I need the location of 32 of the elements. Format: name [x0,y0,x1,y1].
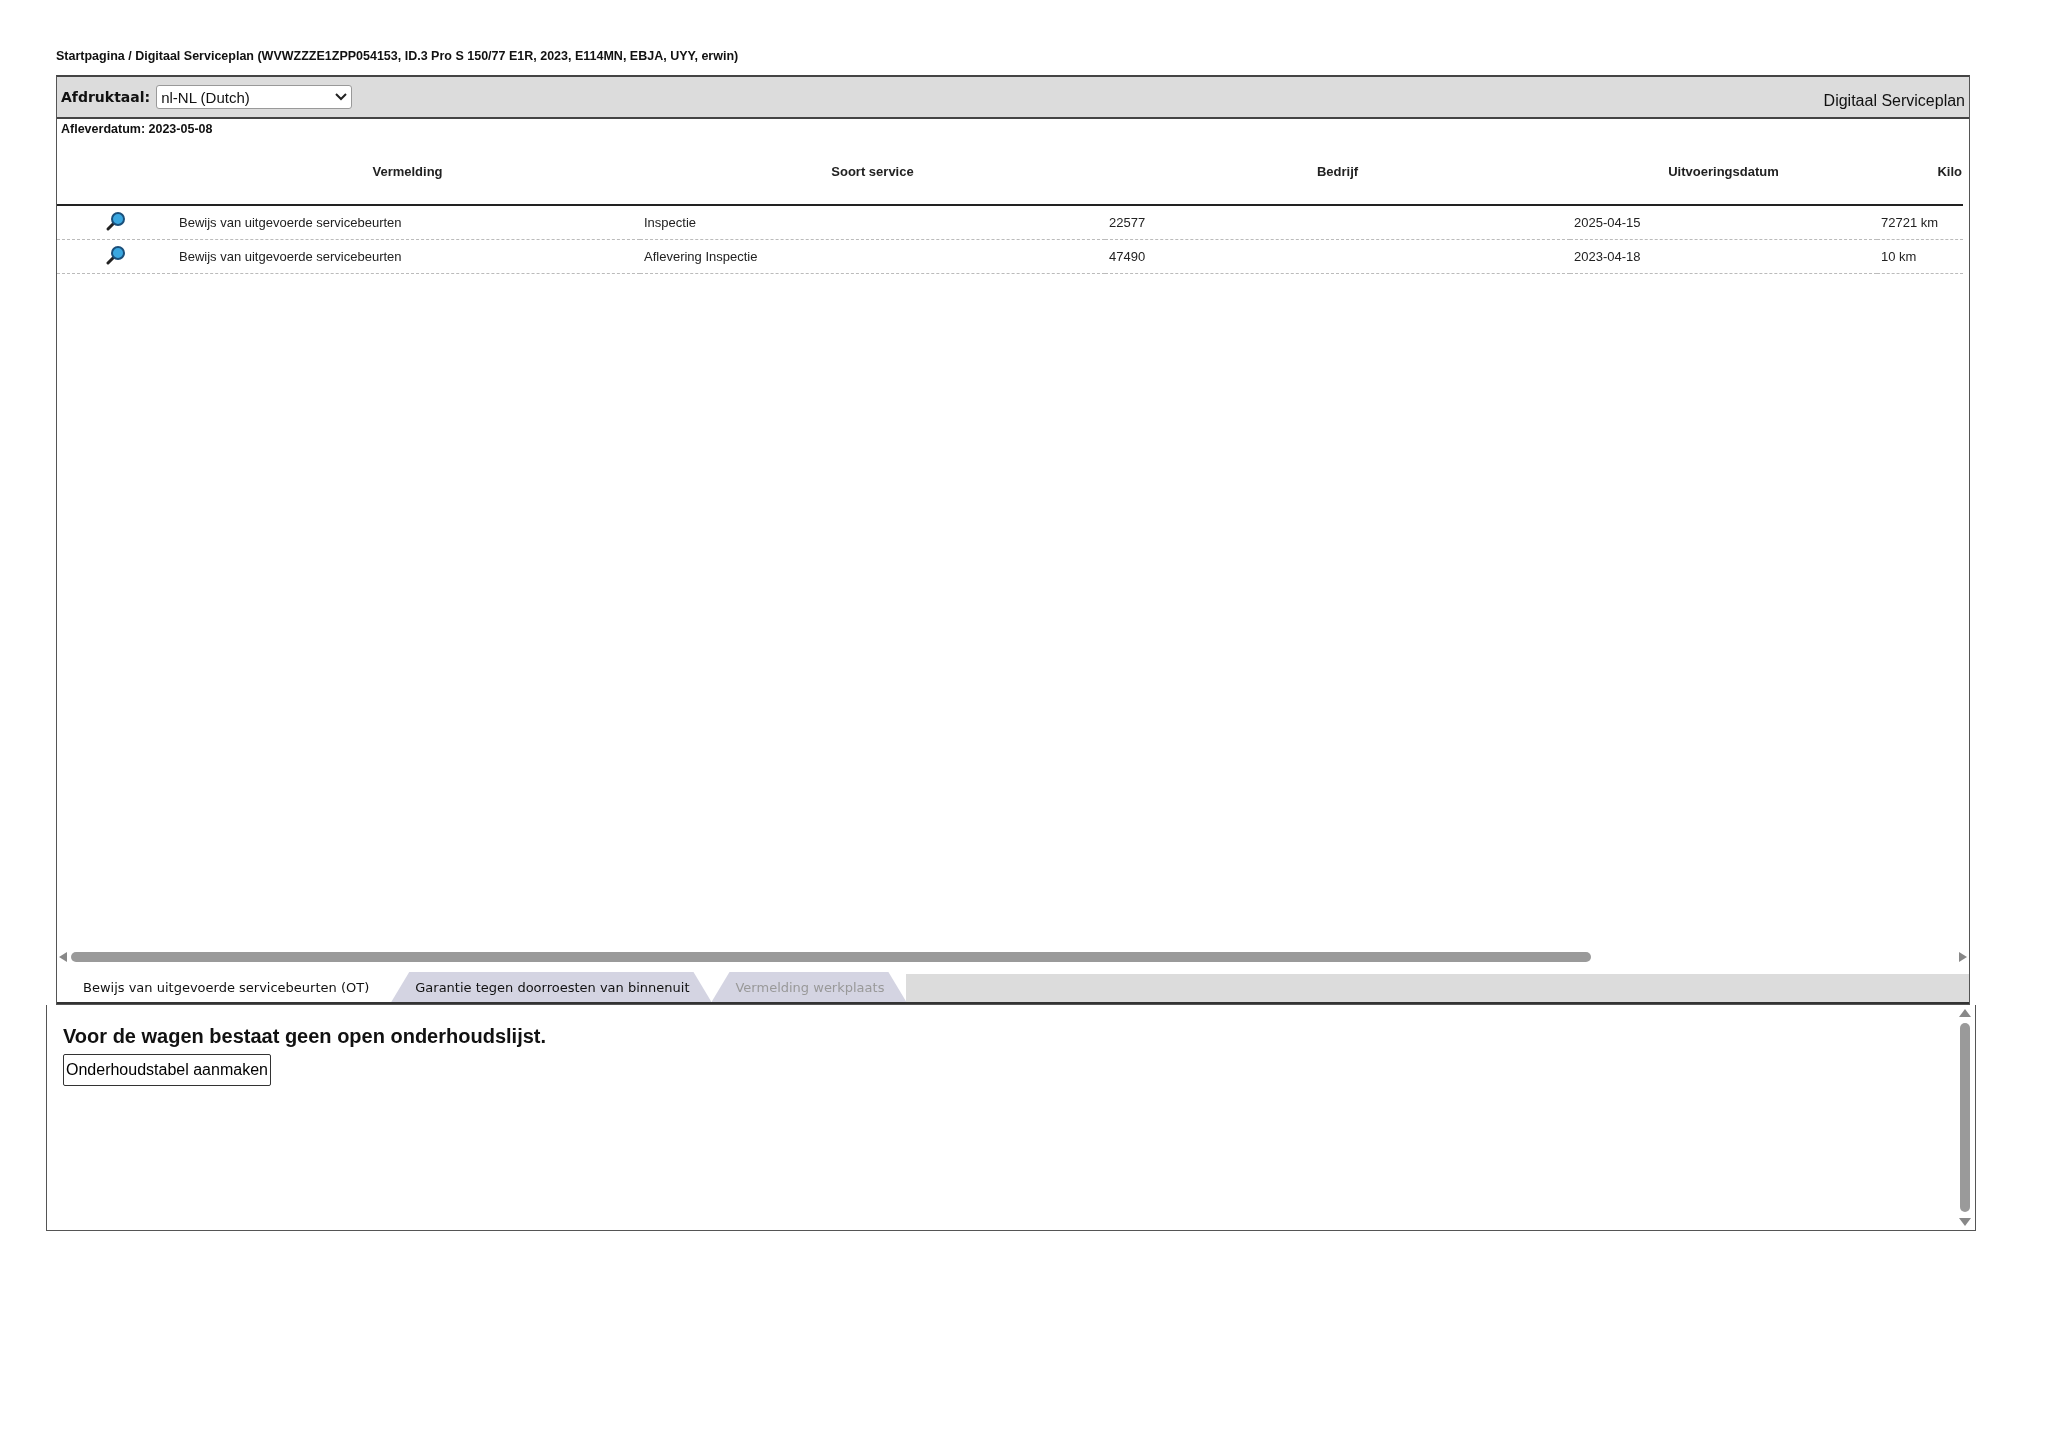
field-label: Afdruktaal: [61,89,151,105]
magnifier-icon[interactable] [105,244,127,266]
table-cell: 47490 [1109,249,1146,264]
magnifier-icon[interactable] [105,210,127,232]
table-cell: 10 km [1881,249,1917,264]
scroll-right-icon[interactable] [1959,952,1967,962]
table-cell: Bewijs van uitgevoerde servicebeurten [179,249,402,264]
scrollbar-thumb[interactable] [1960,1023,1970,1212]
scrollbar-thumb[interactable] [71,952,1591,962]
table-cell: 2025-04-15 [1574,215,1641,230]
chevron-down-icon [335,93,348,101]
column-header: Uitvoeringsdatum [1668,163,1779,179]
table-cell: 72721 km [1881,215,1939,230]
create-table-button[interactable]: Onderhoudstabel aanmaken [63,1054,271,1086]
column-header: Vermelding [372,163,443,179]
message: Voor de wagen bestaat geen open onderhoudslijst. [63,1025,547,1048]
table-cell: Inspectie [644,215,697,230]
column-header: Soort service [831,163,914,179]
table-cell: Bewijs van uitgevoerde servicebeurten [179,215,402,230]
language-dropdown[interactable]: nl-NL (Dutch) [156,85,353,109]
table-cell: 2023-04-18 [1574,249,1641,264]
scroll-left-icon[interactable] [59,952,67,962]
tab[interactable]: Garantie tegen doorroesten van binnenuit [391,972,712,1002]
delivery-date: Afleverdatum: 2023-05-08 [60,121,214,138]
panel-title: Digitaal Serviceplan [1823,91,1965,110]
column-header: Bedrijf [1316,163,1359,179]
breadcrumb: Startpagina / Digitaal Serviceplan (WVWZZZE1ZPP054153, ID.3 Pro S 150/77 E1R, 2023, E114MN, EBJA, UYY, erwin) [56,49,739,65]
table-cell: Aflevering Inspectie [644,249,758,264]
scroll-down-icon[interactable] [1959,1218,1971,1226]
scroll-up-icon[interactable] [1959,1009,1971,1017]
table-cell: 22577 [1109,215,1146,230]
column-header: Kilo [1937,163,1962,179]
